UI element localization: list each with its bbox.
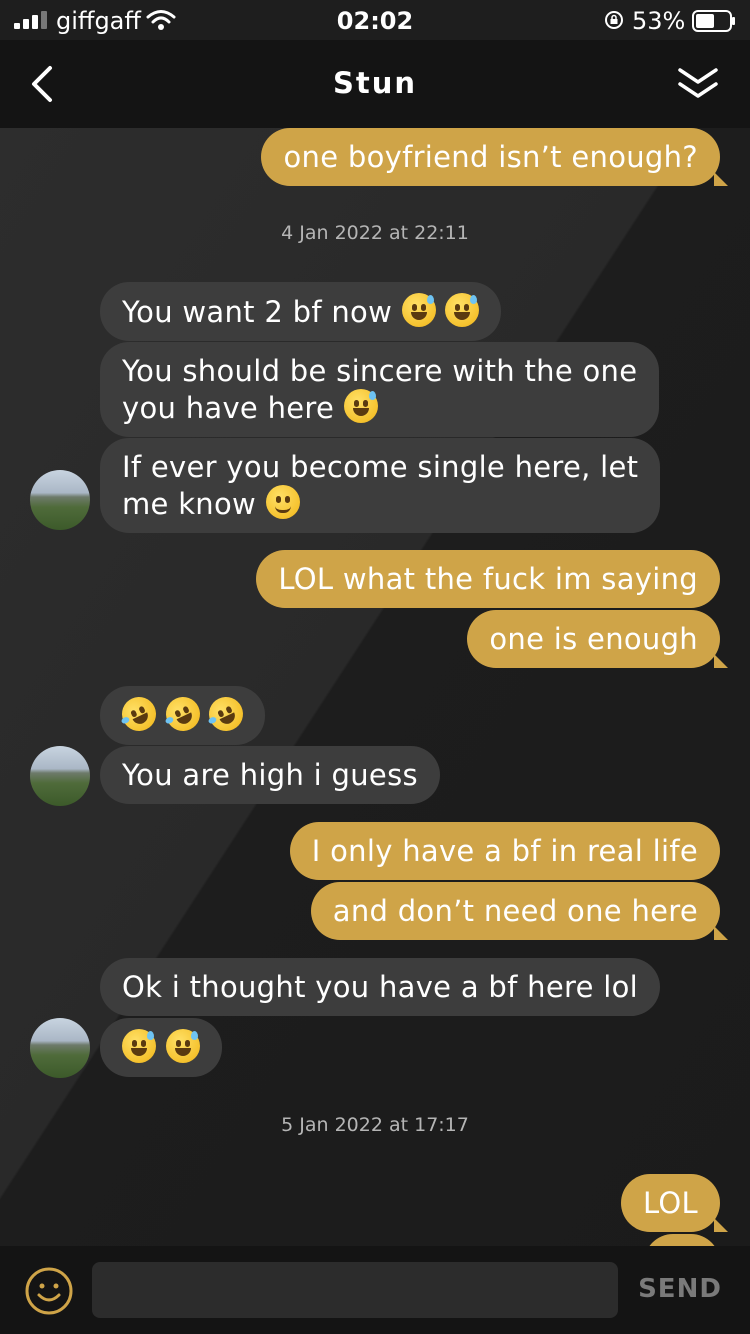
sweat-smile-emoji-icon [122,1029,156,1063]
message-text: LOL what the fuck im saying [278,562,698,596]
smiley-icon[interactable] [24,1266,74,1316]
send-button[interactable]: SEND [630,1274,730,1304]
contact-avatar[interactable] [30,470,90,530]
orientation-lock-icon [605,11,623,29]
contact-avatar[interactable] [30,746,90,806]
slight-smile-emoji-icon [265,485,300,519]
message-incoming[interactable]: You want 2 bf now [100,282,502,341]
sweat-smile-emoji-icon [343,389,378,423]
message-text: one is enough [489,622,698,656]
message-text: You want 2 bf now [122,295,393,329]
message-text: me know [122,487,257,521]
message-list[interactable]: one boyfriend isn’t enough? 4 Jan 2022 a… [0,128,750,1246]
message-incoming-emoji[interactable] [100,1018,222,1077]
message-text: one boyfriend isn’t enough? [283,140,698,174]
sweat-smile-emoji-icon [401,293,436,327]
message-text: and don’t need one here [332,894,698,928]
message-outgoing[interactable]: one is enough [467,610,728,668]
compose-bar: SEND [0,1246,750,1334]
message-incoming[interactable]: If ever you become single here, let me k… [100,438,661,533]
message-outgoing[interactable]: one boyfriend isn’t enough? [261,128,728,186]
sweat-smile-emoji-icon [445,293,480,327]
chat-screen: giffgaff 02:02 53% Stun one boyfriend is… [0,0,750,1334]
message-outgoing[interactable]: and don’t need one here [310,882,729,940]
rofl-emoji-icon [116,691,162,737]
battery-icon [692,10,735,32]
status-bar: giffgaff 02:02 53% [0,0,750,40]
message-outgoing-partial[interactable] [644,1234,720,1246]
chat-header: Stun [0,40,750,128]
message-text: You should be sincere with the one [122,354,638,388]
message-text: I only have a bf in real life [311,834,698,868]
message-text: You are high i guess [122,758,418,792]
date-separator: 5 Jan 2022 at 17:17 [281,1114,469,1136]
message-incoming[interactable]: Ok i thought you have a bf here lol [100,958,660,1016]
double-chevron-down-icon[interactable] [676,64,720,104]
message-outgoing[interactable]: I only have a bf in real life [289,822,720,880]
message-outgoing[interactable]: LOL what the fuck im saying [256,550,720,608]
battery-percent: 53% [632,7,686,35]
date-separator: 4 Jan 2022 at 22:11 [281,222,469,244]
rofl-emoji-icon [159,691,206,737]
contact-name[interactable]: Stun [0,66,750,100]
message-text: you have here [122,391,335,425]
message-incoming-emoji[interactable] [100,686,266,745]
message-text: Ok i thought you have a bf here lol [122,970,638,1004]
rofl-emoji-icon [203,691,249,737]
message-text: If ever you become single here, let [122,450,639,484]
message-input[interactable] [92,1262,618,1318]
message-incoming[interactable]: You should be sincere with the one you h… [100,342,660,437]
contact-avatar[interactable] [30,1018,90,1078]
message-text: LOL [642,1186,698,1220]
message-incoming[interactable]: You are high i guess [100,746,440,804]
message-outgoing[interactable]: LOL [620,1174,729,1232]
sweat-smile-emoji-icon [165,1029,200,1063]
